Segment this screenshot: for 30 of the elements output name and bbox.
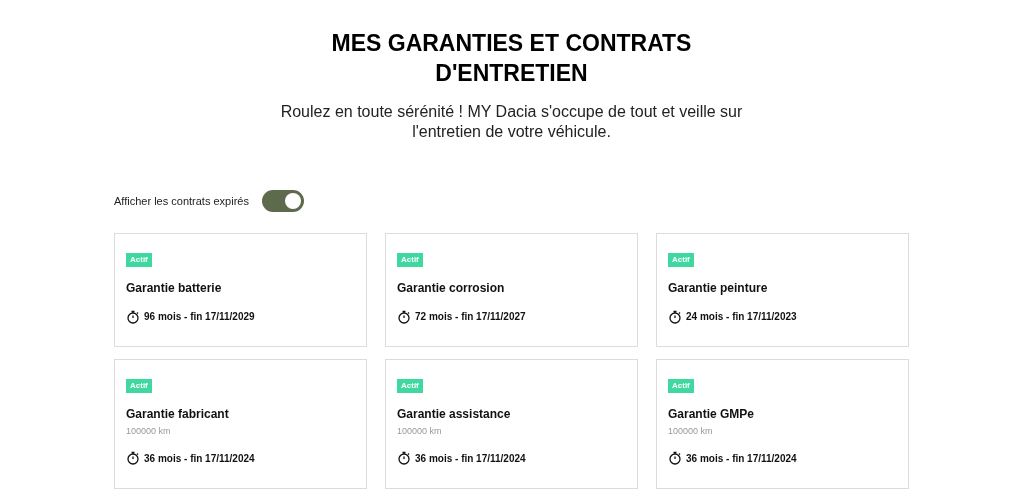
mileage-text: 100000 km [397,425,443,438]
warranty-title: Garantie GMPe [668,406,756,423]
status-badge: Actif [397,253,423,267]
duration-text: 24 mois - fin 17/11/2023 [686,310,797,324]
duration-text: 36 mois - fin 17/11/2024 [686,451,797,466]
warranty-title: Garantie assistance [397,406,512,423]
warranty-card[interactable]: Actif Garantie corrosion 72 mois - fin 17/11/2027 [385,233,638,347]
warranty-title: Garantie fabricant [126,406,230,423]
warranty-card[interactable]: Actif Garantie GMPe 100000 km 36 mois - fin 17/11/2024 [656,359,909,489]
mileage-text: 100000 km [126,425,172,438]
status-badge: Actif [668,253,694,267]
status-badge: Actif [126,253,152,267]
status-badge: Actif [668,379,694,393]
warranty-card[interactable]: Actif Garantie batterie 96 mois - fin 17/11/2029 [114,233,367,347]
page-subtitle: Roulez en toute sérénité ! MY Dacia s'occupe de tout et veille sur l'entretien de votre véhicule. [279,102,744,142]
duration-text: 72 mois - fin 17/11/2027 [415,310,526,324]
toggle-label: Afficher les contrats expirés [114,193,249,209]
duration-text: 36 mois - fin 17/11/2024 [144,451,255,466]
duration-text: 96 mois - fin 17/11/2029 [144,310,255,324]
warranty-title: Garantie corrosion [397,280,506,297]
status-badge: Actif [126,379,152,393]
warranty-card[interactable]: Actif Garantie assistance 100000 km 36 mois - fin 17/11/2024 [385,359,638,489]
warranty-title: Garantie peinture [668,280,769,297]
warranty-card[interactable]: Actif Garantie peinture 24 mois - fin 17/11/2023 [656,233,909,347]
mileage-text: 100000 km [668,425,714,438]
page-title: MES GARANTIES ET CONTRATS D'ENTRETIEN [330,29,693,88]
duration-text: 36 mois - fin 17/11/2024 [415,451,526,466]
status-badge: Actif [397,379,423,393]
warranty-title: Garantie batterie [126,280,223,297]
warranty-card[interactable]: Actif Garantie fabricant 100000 km 36 mois - fin 17/11/2024 [114,359,367,489]
